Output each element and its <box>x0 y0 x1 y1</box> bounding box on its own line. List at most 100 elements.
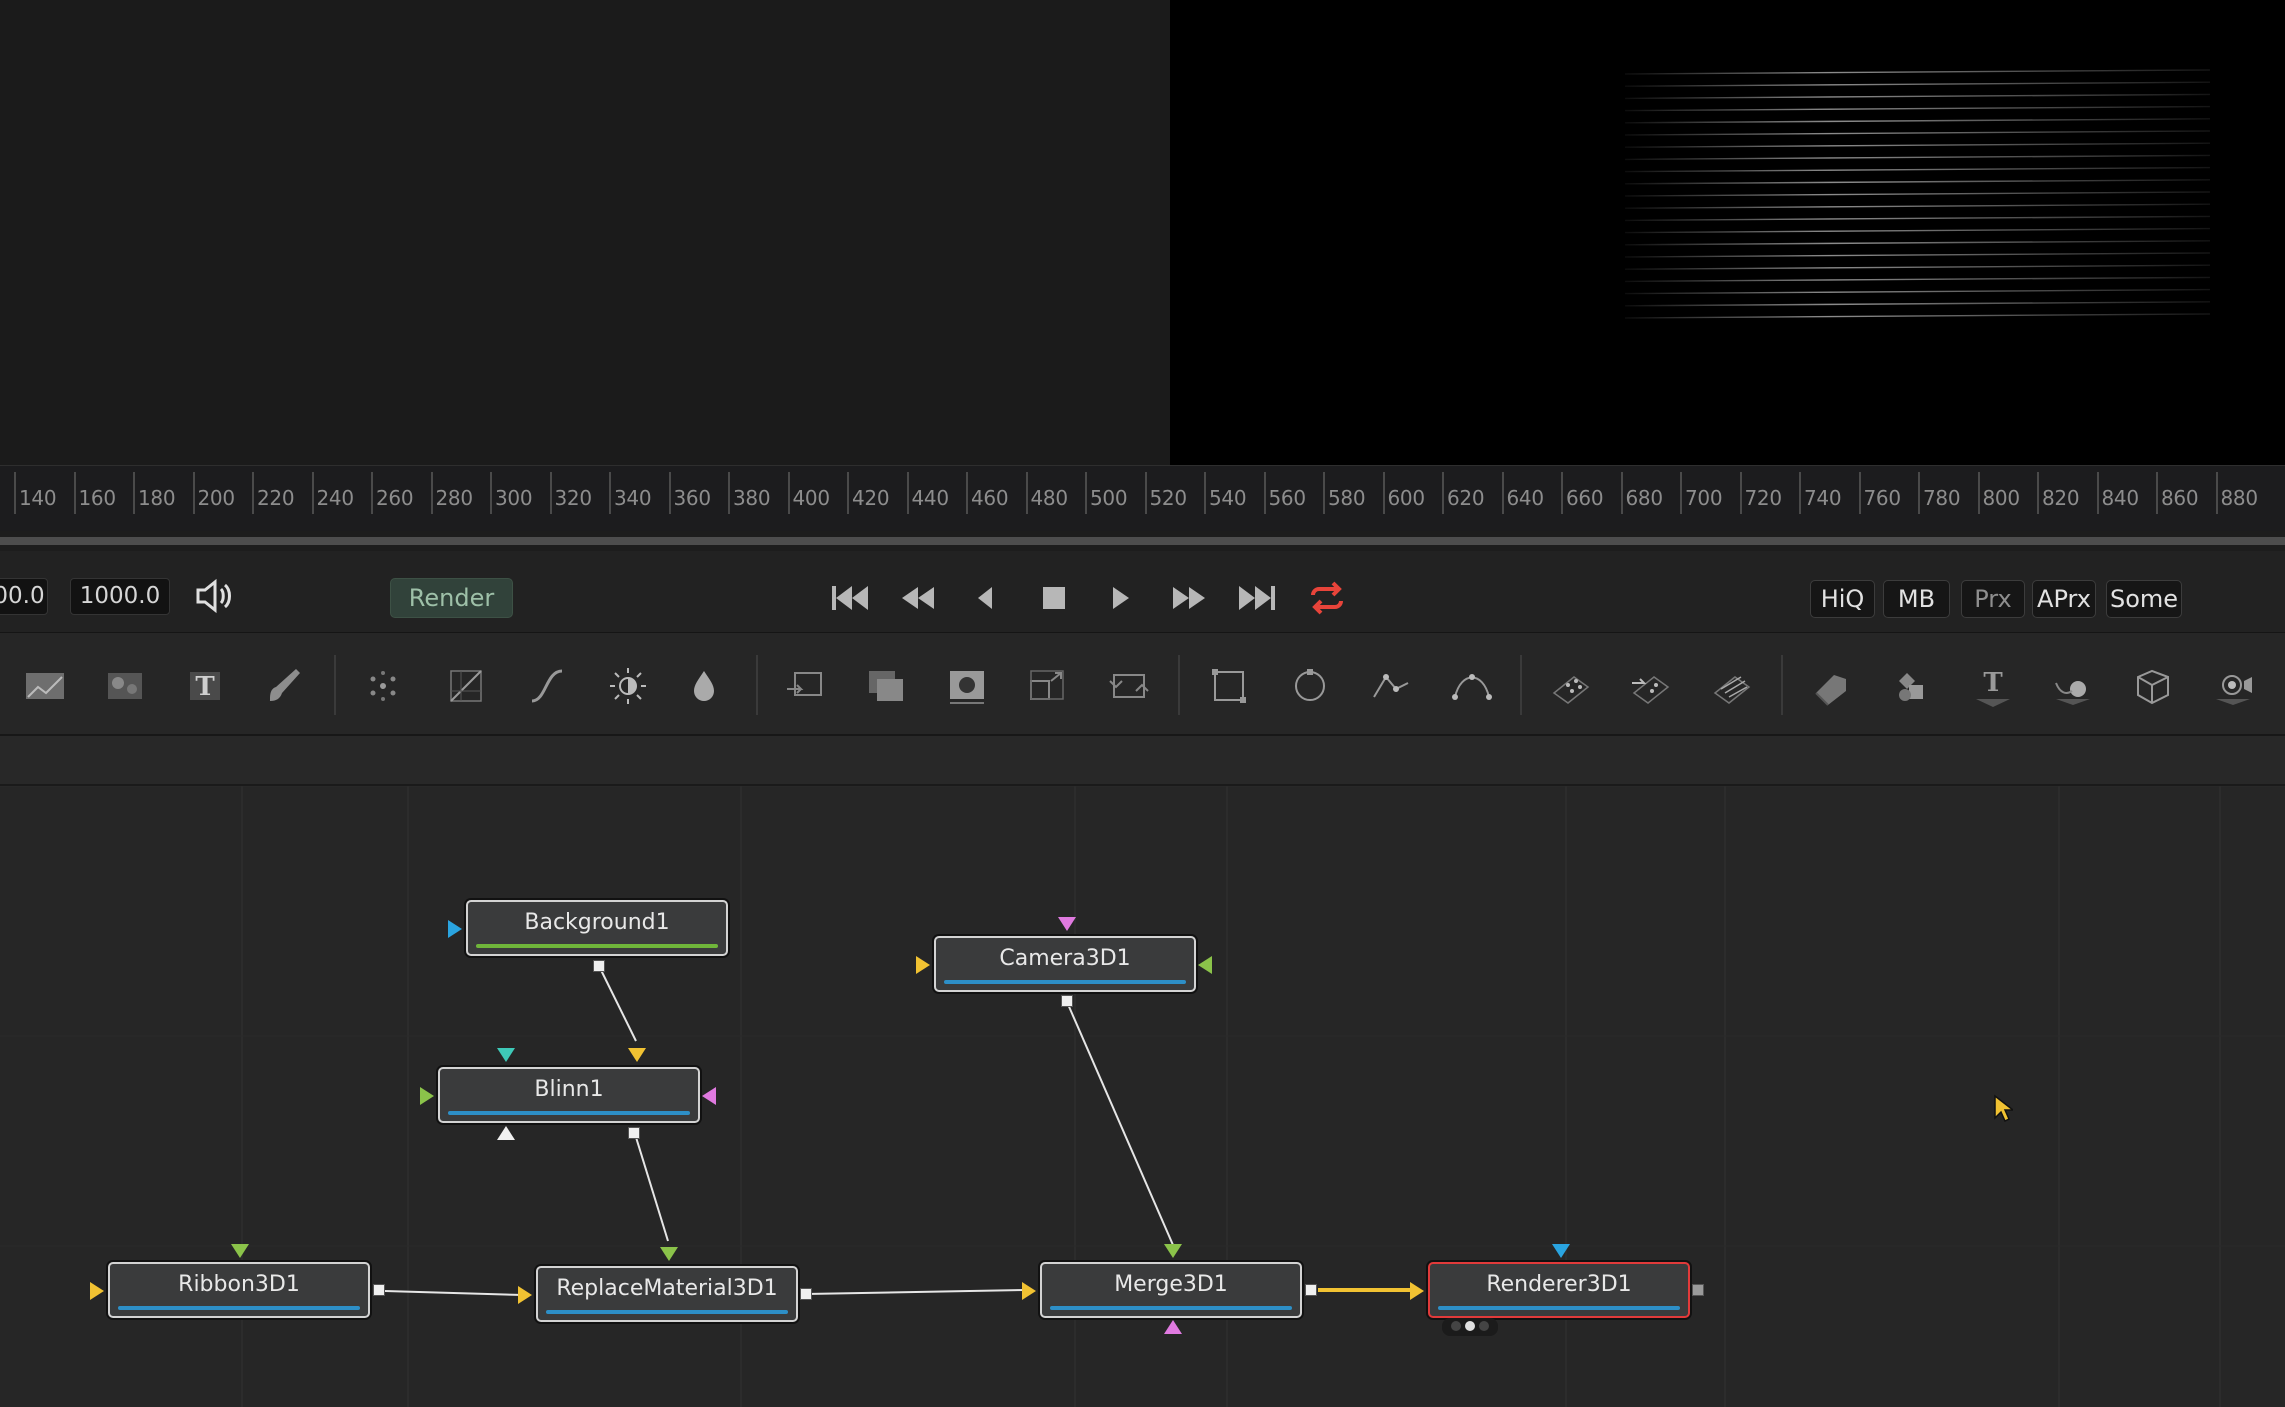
bspline-mask-icon[interactable] <box>1449 663 1495 709</box>
ellipse-mask-icon[interactable] <box>1287 663 1333 709</box>
text3d-icon[interactable]: T <box>1970 663 2016 709</box>
ruler-tick <box>668 472 671 514</box>
render-stripe <box>1624 313 2211 319</box>
node-merge3d[interactable]: Merge3D1 <box>1040 1262 1302 1318</box>
color-curves-icon[interactable] <box>443 663 489 709</box>
global-start-field[interactable]: 00.0 <box>0 578 48 615</box>
ruler-tick <box>1204 472 1206 514</box>
right-viewer[interactable] <box>1170 0 2285 465</box>
node-output-port[interactable] <box>593 960 605 972</box>
node-output-port[interactable] <box>373 1284 385 1296</box>
time-ruler[interactable]: 140 160 180 200 220 240 260 280 300 320 340 360 380 4… <box>0 465 2285 531</box>
quality-button-mb[interactable]: MB <box>1883 580 1950 618</box>
ruler-tick-label: 380 <box>733 486 771 510</box>
rectangle-mask-icon[interactable] <box>1206 663 1252 709</box>
render-button[interactable]: Render <box>390 578 513 618</box>
node-input-port[interactable] <box>420 1087 436 1105</box>
node-editor[interactable]: Background1 Blinn1 Camera3D1 Ribbon3D1 R… <box>0 786 2285 1407</box>
node-renderer3d[interactable]: Renderer3D1 <box>1428 1262 1690 1318</box>
ruler-tick <box>1561 472 1563 514</box>
node-ribbon3d[interactable]: Ribbon3D1 <box>108 1262 370 1318</box>
fast-forward-icon[interactable] <box>1165 575 1213 621</box>
particle-emitter-icon[interactable] <box>360 663 406 709</box>
ruler-tick <box>1977 472 1980 514</box>
ruler-tick <box>1144 472 1147 514</box>
color-corrector-icon[interactable] <box>605 663 651 709</box>
merge3d-icon[interactable] <box>1889 663 1935 709</box>
global-end-field[interactable]: 1000.0 <box>70 578 170 615</box>
node-camera3d[interactable]: Camera3D1 <box>934 936 1196 992</box>
ruler-tick <box>1680 472 1682 514</box>
blur-icon[interactable] <box>681 663 727 709</box>
particle-render-icon[interactable] <box>1548 663 1594 709</box>
node-input-port[interactable] <box>1552 1244 1570 1260</box>
node-input-port[interactable] <box>1058 917 1076 933</box>
transform-icon[interactable] <box>1106 663 1152 709</box>
node-output-port[interactable] <box>1305 1284 1317 1296</box>
paint-icon[interactable] <box>262 663 308 709</box>
node-input-port[interactable] <box>916 956 932 974</box>
light-icon[interactable] <box>2210 663 2256 709</box>
quality-button-some[interactable]: Some <box>2106 580 2182 618</box>
go-to-start-icon[interactable] <box>826 575 874 621</box>
node-input-port[interactable] <box>497 1126 515 1142</box>
stop-icon[interactable] <box>1030 575 1078 621</box>
node-input-port[interactable] <box>90 1282 106 1300</box>
camera3d-icon[interactable] <box>2130 663 2176 709</box>
ruler-tick <box>787 472 790 514</box>
audio-icon[interactable] <box>190 573 238 619</box>
node-input-port[interactable] <box>702 1087 718 1105</box>
quality-button-aprx[interactable]: APrx <box>2032 580 2096 618</box>
node-blinn[interactable]: Blinn1 <box>438 1067 700 1123</box>
ruler-tick <box>1739 472 1742 514</box>
time-scrubber[interactable] <box>0 531 2285 551</box>
quality-button-hiq[interactable]: HiQ <box>1810 580 1875 618</box>
merge-icon[interactable] <box>781 663 827 709</box>
matte-control-icon[interactable] <box>944 663 990 709</box>
ruler-tick-label: 800 <box>1982 486 2021 510</box>
node-status-bar <box>476 944 718 948</box>
play-icon[interactable] <box>1096 575 1144 621</box>
node-replace-material[interactable]: ReplaceMaterial3D1 <box>536 1266 798 1322</box>
render-stripe <box>1624 179 2211 185</box>
node-input-port[interactable] <box>1022 1282 1038 1300</box>
node-input-port[interactable] <box>660 1247 678 1263</box>
node-background[interactable]: Background1 <box>466 900 728 956</box>
node-input-port[interactable] <box>628 1048 646 1064</box>
ruler-tick-label: 700 <box>1685 486 1723 510</box>
brightness-contrast-icon[interactable] <box>524 663 570 709</box>
node-input-port[interactable] <box>1410 1282 1426 1300</box>
renderer3d-icon[interactable] <box>2050 663 2096 709</box>
ruler-tick-label: 240 <box>316 486 355 510</box>
background-icon[interactable] <box>22 663 68 709</box>
go-to-end-icon[interactable] <box>1233 575 1281 621</box>
resize-icon[interactable] <box>1025 663 1071 709</box>
rewind-icon[interactable] <box>894 575 942 621</box>
quality-button-prx[interactable]: Prx <box>1961 580 2025 618</box>
ruler-tick <box>1323 472 1325 514</box>
node-input-port[interactable] <box>448 920 464 938</box>
particle-spawn-icon[interactable] <box>1628 663 1674 709</box>
view-indicator-icon[interactable] <box>1442 1318 1498 1338</box>
polygon-mask-icon[interactable] <box>1368 663 1414 709</box>
node-output-port[interactable] <box>1692 1284 1704 1296</box>
render-stripe <box>1624 252 2211 258</box>
particle-grid-icon[interactable] <box>1709 663 1755 709</box>
step-back-icon[interactable] <box>962 575 1010 621</box>
node-input-port[interactable] <box>518 1286 534 1304</box>
node-input-port[interactable] <box>231 1244 249 1260</box>
channel-booleans-icon[interactable] <box>863 663 909 709</box>
text-plus-icon[interactable]: T <box>182 663 228 709</box>
node-input-port[interactable] <box>1164 1244 1182 1260</box>
loop-icon[interactable] <box>1303 575 1351 621</box>
node-output-port[interactable] <box>800 1288 812 1300</box>
node-input-port[interactable] <box>497 1048 515 1064</box>
shape3d-icon[interactable] <box>1808 663 1854 709</box>
fast-noise-icon[interactable] <box>102 663 148 709</box>
node-output-port[interactable] <box>1061 995 1073 1007</box>
node-input-port[interactable] <box>1198 956 1214 974</box>
left-viewer[interactable] <box>0 0 1170 465</box>
node-input-port[interactable] <box>1164 1320 1182 1336</box>
node-status-bar <box>1438 1306 1680 1310</box>
node-output-port[interactable] <box>628 1127 640 1139</box>
